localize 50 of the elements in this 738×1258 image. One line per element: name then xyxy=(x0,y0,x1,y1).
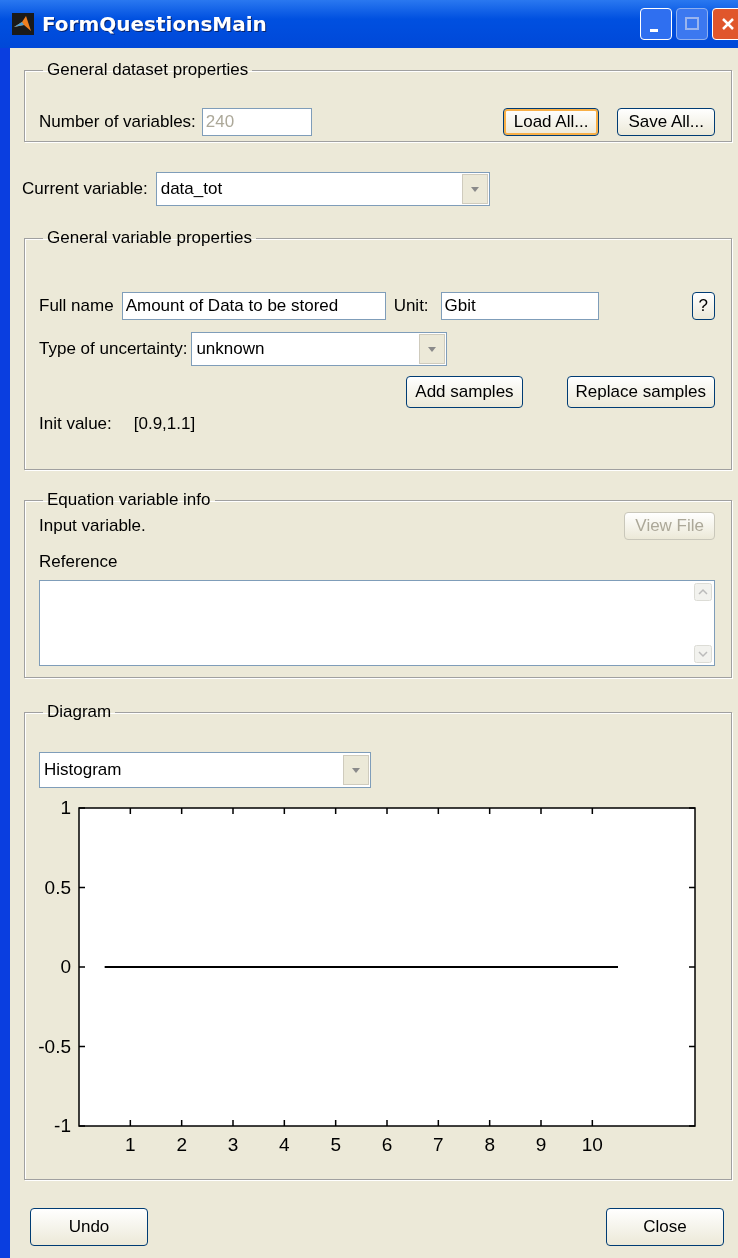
field-label: Reference xyxy=(39,552,119,572)
help-button[interactable]: ? xyxy=(691,292,715,320)
app-logo-icon xyxy=(12,13,34,35)
button[interactable]: Replace samples xyxy=(566,376,715,408)
dropdown[interactable]: data_tot xyxy=(155,172,490,206)
dropdown[interactable]: Histogram xyxy=(39,752,371,788)
axis-tick-label: 5 xyxy=(330,1134,341,1154)
button[interactable]: Load All... xyxy=(502,108,600,136)
text-area[interactable] xyxy=(39,580,715,666)
dropdown[interactable]: unknown xyxy=(191,332,448,366)
button[interactable]: Undo xyxy=(30,1208,148,1246)
axis-tick-label: 4 xyxy=(279,1134,290,1154)
scroll-bar[interactable] xyxy=(692,581,714,665)
button[interactable]: Save All... xyxy=(617,108,715,136)
field-label: Type of uncertainty: xyxy=(39,339,188,359)
group-title: General dataset properties xyxy=(46,60,250,80)
maximize-icon xyxy=(684,16,700,32)
axis-tick-label: 6 xyxy=(381,1134,393,1154)
axis-tick-label: -1 xyxy=(54,1115,71,1136)
axis-tick-label: 3 xyxy=(227,1134,239,1154)
close-icon xyxy=(720,16,736,32)
field-label: Init value: xyxy=(39,414,112,434)
axis-tick-label: 8 xyxy=(484,1134,495,1154)
window-title: FormQuestionsMain xyxy=(42,12,268,36)
axis-tick-label: 0 xyxy=(60,956,71,977)
group-title: Equation variable info xyxy=(46,490,212,510)
group-title: Diagram xyxy=(46,702,113,722)
axis-tick-label: 7 xyxy=(433,1134,444,1154)
minimize-button[interactable] xyxy=(640,8,672,40)
maximize-button[interactable] xyxy=(676,8,708,40)
input-field[interactable]: Amount of Data to be stored xyxy=(121,292,386,320)
axis-tick-label: 0.5 xyxy=(44,876,71,898)
axis-tick-label: 1 xyxy=(60,797,71,818)
info-text: Input variable. xyxy=(39,516,146,536)
group-title: General variable properties xyxy=(46,228,254,248)
axis-tick-label: 2 xyxy=(176,1134,187,1154)
close-button[interactable] xyxy=(712,8,738,40)
button[interactable]: Add samples xyxy=(406,376,523,408)
minimize-icon xyxy=(650,28,658,32)
value-text: [0.9,1.1] xyxy=(133,414,196,434)
field-label: Current variable: xyxy=(22,179,148,199)
axis-tick-label: 9 xyxy=(535,1134,547,1154)
axis-tick-label: 1 xyxy=(125,1134,136,1154)
axis-tick-label: -0.5 xyxy=(38,1035,71,1057)
button[interactable]: Close xyxy=(606,1208,724,1246)
field-label: Unit: xyxy=(393,296,429,316)
input-field[interactable]: Gbit xyxy=(440,292,599,320)
field-label: Full name xyxy=(39,296,114,316)
field-label: Number of variables: xyxy=(39,112,196,132)
axis-tick-label: 10 xyxy=(581,1134,603,1154)
